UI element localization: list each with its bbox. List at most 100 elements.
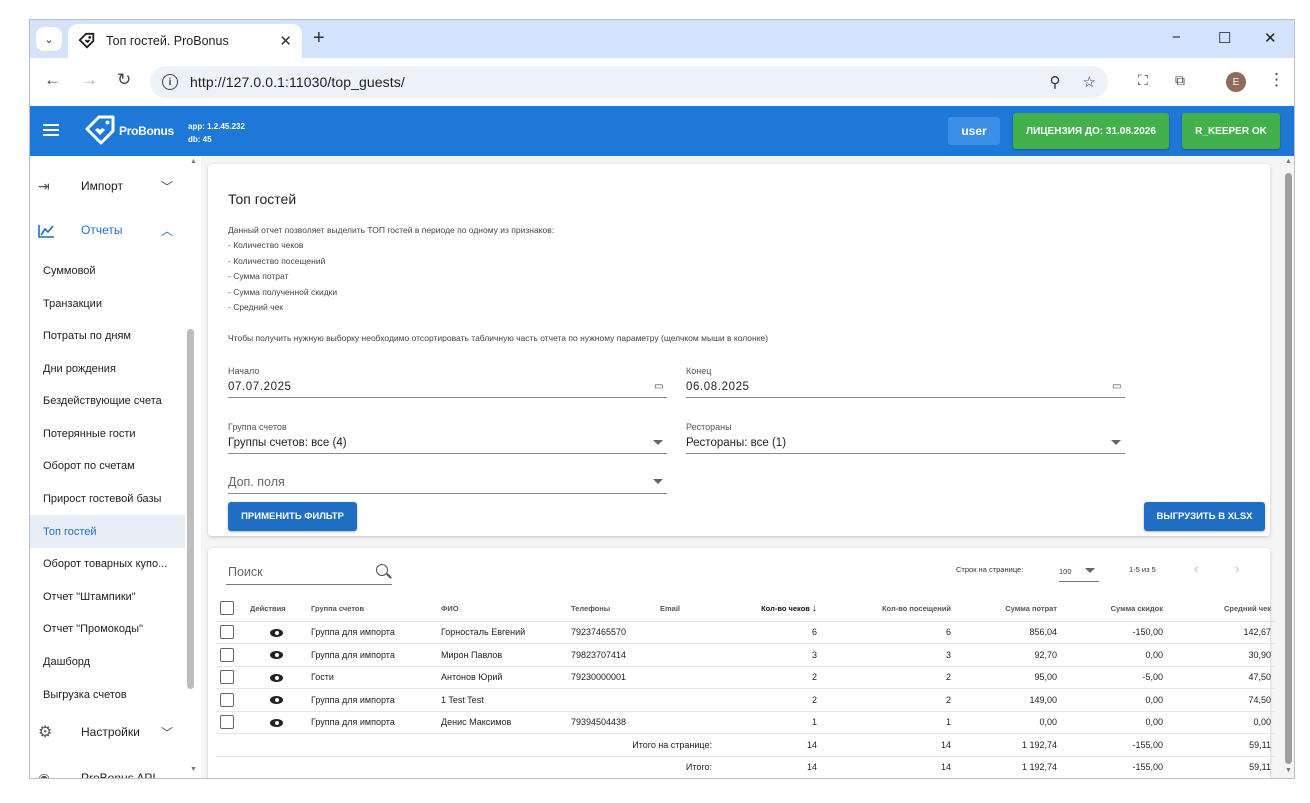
export-xlsx-button[interactable]: ВЫГРУЗИТЬ В XLSX (1144, 502, 1265, 531)
eye-icon[interactable] (270, 673, 283, 682)
site-info-icon[interactable]: i (162, 74, 178, 90)
sidebar-group-import[interactable]: ⇥ Импорт ﹀ (30, 164, 185, 208)
maximize-button[interactable]: ☐ (1218, 29, 1231, 47)
eye-icon[interactable] (270, 696, 283, 705)
app-version: app: 1.2.45.232 (188, 122, 245, 131)
sidebar-item-daily-spending[interactable]: Потраты по дням (30, 319, 185, 352)
table-row: Гости Антонов Юрий 79230000001 2 2 95,00… (216, 666, 1275, 689)
cell-spent: 856,04 (955, 621, 1061, 644)
col-visits[interactable]: Кол-во посещений (821, 596, 955, 622)
cell-discounts: 0,00 (1061, 711, 1167, 734)
back-icon[interactable]: ← (44, 70, 61, 90)
forward-icon[interactable]: → (81, 70, 98, 90)
sidebar-item-promocodes[interactable]: Отчет "Промокоды" (30, 612, 185, 645)
search-input[interactable]: Поиск (226, 560, 392, 585)
scroll-up-arrow-icon[interactable]: ▲ (190, 158, 197, 165)
bookmark-star-icon[interactable]: ☆ (1083, 73, 1096, 91)
license-button[interactable]: ЛИЦЕНЗИЯ ДО: 31.08.2026 (1013, 113, 1169, 149)
desc-line: Чтобы получить нужную выборку необходимо… (228, 332, 769, 343)
extra-fields-select[interactable]: Доп. поля (228, 471, 667, 494)
hamburger-menu-icon[interactable] (43, 124, 59, 136)
table-header-row: Действия Группа счетов ФИО Телефоны Emai… (216, 596, 1275, 622)
main-scroll-thumb[interactable] (1285, 173, 1292, 764)
report-filter-card: Топ гостей Данный отчет позволяет выдели… (208, 164, 1270, 536)
row-checkbox[interactable] (220, 647, 234, 662)
sidebar-item-lost-guests[interactable]: Потерянные гости (30, 417, 185, 450)
scroll-up-arrow-icon[interactable]: ▲ (1285, 158, 1292, 165)
next-page-icon[interactable]: › (1235, 561, 1239, 576)
grand-total-checks: 14 (716, 756, 821, 778)
account-group-select[interactable]: Группы счетов: все (4) (228, 432, 667, 454)
cell-fio: Горносталь Евгений (437, 621, 567, 644)
page-total-row: Итого на странице: 14 14 1 192,74 -155,0… (216, 733, 1275, 757)
tab-close-icon[interactable]: ✕ (279, 32, 292, 50)
address-bar[interactable]: i http://127.0.0.1:11030/top_guests/ ⚲ ☆ (150, 66, 1108, 98)
profile-avatar[interactable]: E (1226, 72, 1246, 92)
select-all-checkbox[interactable] (220, 601, 234, 616)
row-checkbox[interactable] (220, 625, 234, 640)
row-checkbox[interactable] (220, 670, 234, 685)
prev-page-icon[interactable]: ‹ (1194, 561, 1198, 576)
browser-tab[interactable]: Топ гостей. ProBonus ✕ (68, 24, 302, 58)
col-email[interactable]: Email (656, 596, 716, 622)
new-tab-button[interactable]: + (313, 27, 325, 49)
eye-icon[interactable] (270, 628, 283, 637)
eye-icon[interactable] (270, 651, 283, 660)
search-icon[interactable] (376, 564, 388, 576)
rows-per-page-select[interactable]: 100 (1059, 560, 1099, 582)
start-date-input[interactable]: 07.07.2025 ▭ (228, 376, 667, 398)
scroll-down-arrow-icon[interactable]: ▼ (190, 766, 197, 773)
main-content: Топ гостей Данный отчет позволяет выдели… (201, 156, 1294, 778)
col-avg[interactable]: Средний чек (1167, 596, 1275, 622)
sidebar-item-stamps[interactable]: Отчет "Штампики" (30, 580, 185, 613)
scroll-down-arrow-icon[interactable]: ▼ (1285, 767, 1292, 774)
menu-dots-icon[interactable]: ⋮ (1268, 70, 1285, 90)
row-actions-cell (246, 666, 307, 689)
row-checkbox[interactable] (220, 715, 234, 730)
calendar-icon[interactable]: ▭ (1112, 381, 1122, 392)
sidebar-item-account-turnover[interactable]: Оборот по счетам (30, 449, 185, 482)
row-actions-cell (246, 688, 307, 712)
end-date-input[interactable]: 06.08.2025 ▭ (686, 376, 1125, 398)
minimize-button[interactable]: − (1172, 29, 1181, 46)
screenshot-icon[interactable]: ⛶ (1138, 70, 1148, 90)
sidebar-group-reports[interactable]: Отчеты ︿ (30, 208, 185, 252)
col-phones[interactable]: Телефоны (567, 596, 656, 622)
app-header: ProBonus app: 1.2.45.232 db: 45 user ЛИЦ… (30, 106, 1294, 156)
col-discounts[interactable]: Сумма скидок (1061, 596, 1167, 622)
sidebar-group-settings[interactable]: ⚙ Настройки ﹀ (30, 710, 185, 754)
sidebar-item-inactive-accounts[interactable]: Бездействующие счета (30, 384, 185, 417)
sidebar-item-summary[interactable]: Суммовой (30, 254, 185, 287)
sidebar-scroll-thumb[interactable] (187, 329, 194, 689)
url-text[interactable]: http://127.0.0.1:11030/top_guests/ (190, 74, 1028, 90)
calendar-icon[interactable]: ▭ (654, 381, 664, 392)
apply-filter-button[interactable]: ПРИМЕНИТЬ ФИЛЬТР (228, 502, 357, 531)
browser-window: ⌄ Топ гостей. ProBonus ✕ + − ☐ ✕ ← → ↻ i… (29, 19, 1295, 779)
col-fio[interactable]: ФИО (437, 596, 567, 622)
col-checks[interactable]: Кол-во чеков ↓ (716, 596, 821, 622)
restaurants-select[interactable]: Рестораны: все (1) (686, 432, 1125, 454)
extensions-icon[interactable]: ⧉ (1175, 70, 1185, 90)
sidebar-item-coupon-turnover[interactable]: Оборот товарных купо... (30, 547, 185, 580)
close-window-button[interactable]: ✕ (1264, 29, 1277, 47)
rkeeper-status-button[interactable]: R_KEEPER OK (1182, 113, 1280, 149)
col-spent[interactable]: Сумма потрат (955, 596, 1061, 622)
eye-icon[interactable] (270, 718, 283, 727)
sidebar-item-export-accounts[interactable]: Выгрузка счетов (30, 678, 185, 711)
cell-avg: 47,50 (1167, 666, 1275, 689)
row-checkbox[interactable] (220, 692, 234, 707)
sidebar-item-transactions[interactable]: Транзакции (30, 287, 185, 320)
zoom-icon[interactable]: ⚲ (1050, 73, 1061, 91)
sidebar-group-api[interactable]: ◉ ProBonus API (30, 756, 185, 779)
reload-icon[interactable]: ↻ (117, 70, 131, 90)
end-date-value: 06.08.2025 (686, 380, 750, 393)
col-group[interactable]: Группа счетов (307, 596, 437, 622)
restaurants-label: Рестораны (686, 422, 732, 432)
cell-discounts: 0,00 (1061, 688, 1167, 712)
sidebar-item-guest-growth[interactable]: Прирост гостевой базы (30, 482, 185, 515)
sidebar-item-top-guests[interactable]: Топ гостей (30, 515, 185, 548)
tab-search-icon[interactable]: ⌄ (36, 27, 62, 51)
user-button[interactable]: user (948, 117, 1000, 145)
sidebar-item-dashboard[interactable]: Дашборд (30, 645, 185, 678)
sidebar-item-birthdays[interactable]: Дни рождения (30, 352, 185, 385)
